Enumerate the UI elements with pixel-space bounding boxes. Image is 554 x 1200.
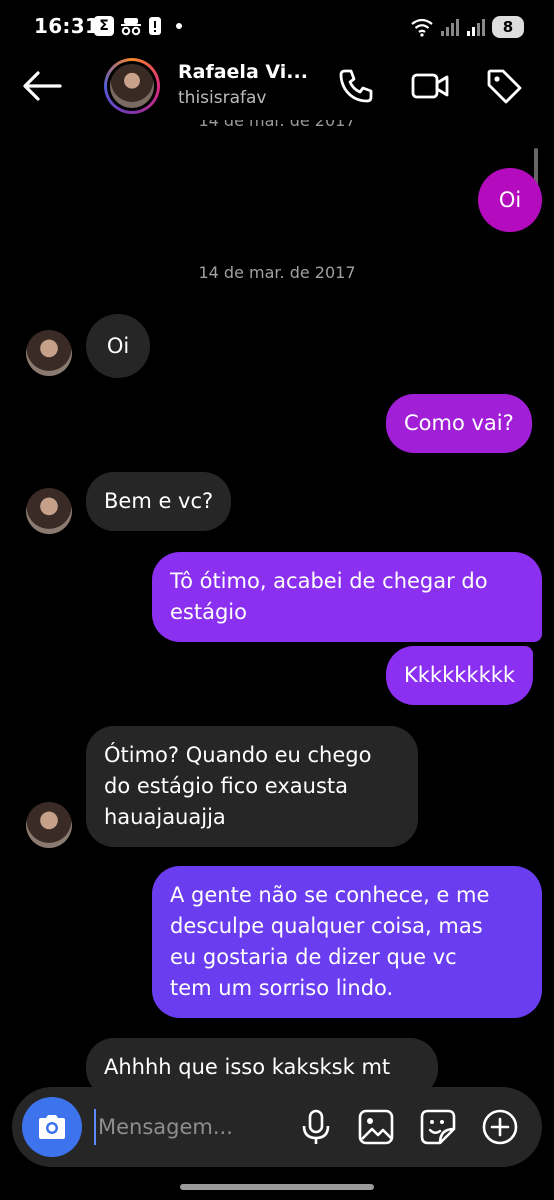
battery-icon: 8 xyxy=(492,16,524,38)
plus-icon[interactable] xyxy=(480,1107,520,1147)
camera-button[interactable] xyxy=(22,1097,82,1157)
status-system-icons: 8 xyxy=(410,16,524,38)
sender-avatar xyxy=(26,330,72,376)
date-separator: 14 de mar. de 2017 xyxy=(198,263,356,282)
message-text: Bem e vc? xyxy=(104,489,214,513)
chat-header: Rafaela Vi... thisisrafav xyxy=(0,56,554,120)
contact-photo xyxy=(110,64,154,108)
outgoing-message[interactable]: A gente não se conhece, e me desculpe qu… xyxy=(152,866,542,1018)
alert-icon xyxy=(149,17,161,35)
tag-icon[interactable] xyxy=(484,66,524,106)
back-arrow-icon[interactable] xyxy=(22,68,62,104)
signal-icon xyxy=(467,19,485,36)
message-text: Kkkkkkkkk xyxy=(404,663,516,687)
microphone-icon[interactable] xyxy=(296,1107,336,1147)
message-line: estágio xyxy=(170,600,247,624)
home-indicator[interactable] xyxy=(180,1184,374,1190)
message-line: hauajauajja xyxy=(104,805,226,829)
message-line: Ótimo? Quando eu chego xyxy=(104,743,372,767)
date-separator-clipped: 14 de mar. de 2017 xyxy=(198,120,356,130)
signal-icon xyxy=(441,19,459,36)
outgoing-message[interactable]: Kkkkkkkkk xyxy=(386,646,534,705)
chat-screen: 16:31 Σ 8 Rafaela Vi... thisisrafav 14 d… xyxy=(0,0,554,1200)
message-line: do estágio fico exausta xyxy=(104,774,349,798)
outgoing-message[interactable]: Oi xyxy=(478,168,542,232)
message-line: A gente não se conhece, e me xyxy=(170,883,490,907)
status-time: 16:31 xyxy=(34,14,100,38)
outgoing-message[interactable]: Como vai? xyxy=(386,394,532,453)
dot-icon xyxy=(176,23,182,29)
message-line: Tô ótimo, acabei de chegar do xyxy=(170,569,488,593)
sender-avatar xyxy=(26,488,72,534)
video-call-icon[interactable] xyxy=(410,66,450,106)
sigma-icon: Σ xyxy=(94,16,114,36)
message-input[interactable] xyxy=(94,1109,284,1145)
contact-username[interactable]: thisisrafav xyxy=(178,88,266,108)
message-composer xyxy=(12,1087,542,1167)
camera-icon xyxy=(39,1115,65,1139)
message-text: Oi xyxy=(106,333,130,358)
outgoing-message[interactable]: Tô ótimo, acabei de chegar do estágio xyxy=(152,552,542,642)
contact-avatar[interactable] xyxy=(104,58,160,114)
status-notification-icons: Σ xyxy=(94,16,182,36)
sender-avatar xyxy=(26,802,72,848)
gallery-icon[interactable] xyxy=(356,1107,396,1147)
status-bar: 16:31 Σ 8 xyxy=(0,0,554,56)
wifi-icon xyxy=(411,18,433,37)
message-line: desculpe qualquer coisa, mas xyxy=(170,914,483,938)
incoming-message[interactable]: Bem e vc? xyxy=(86,472,232,531)
phone-icon[interactable] xyxy=(336,66,376,106)
incoming-message[interactable]: Ótimo? Quando eu chego do estágio fico e… xyxy=(86,726,418,847)
message-line: tem um sorriso lindo. xyxy=(170,976,394,1000)
message-text: Ahhhh que isso kaksksk mt xyxy=(104,1055,391,1079)
incoming-message[interactable]: Oi xyxy=(86,314,150,378)
incognito-icon xyxy=(121,18,141,36)
message-text: Como vai? xyxy=(404,411,514,435)
contact-name[interactable]: Rafaela Vi... xyxy=(178,61,308,83)
message-text: Oi xyxy=(498,187,522,212)
message-line: eu gostaria de dizer que vc xyxy=(170,945,457,969)
sticker-icon[interactable] xyxy=(418,1107,458,1147)
